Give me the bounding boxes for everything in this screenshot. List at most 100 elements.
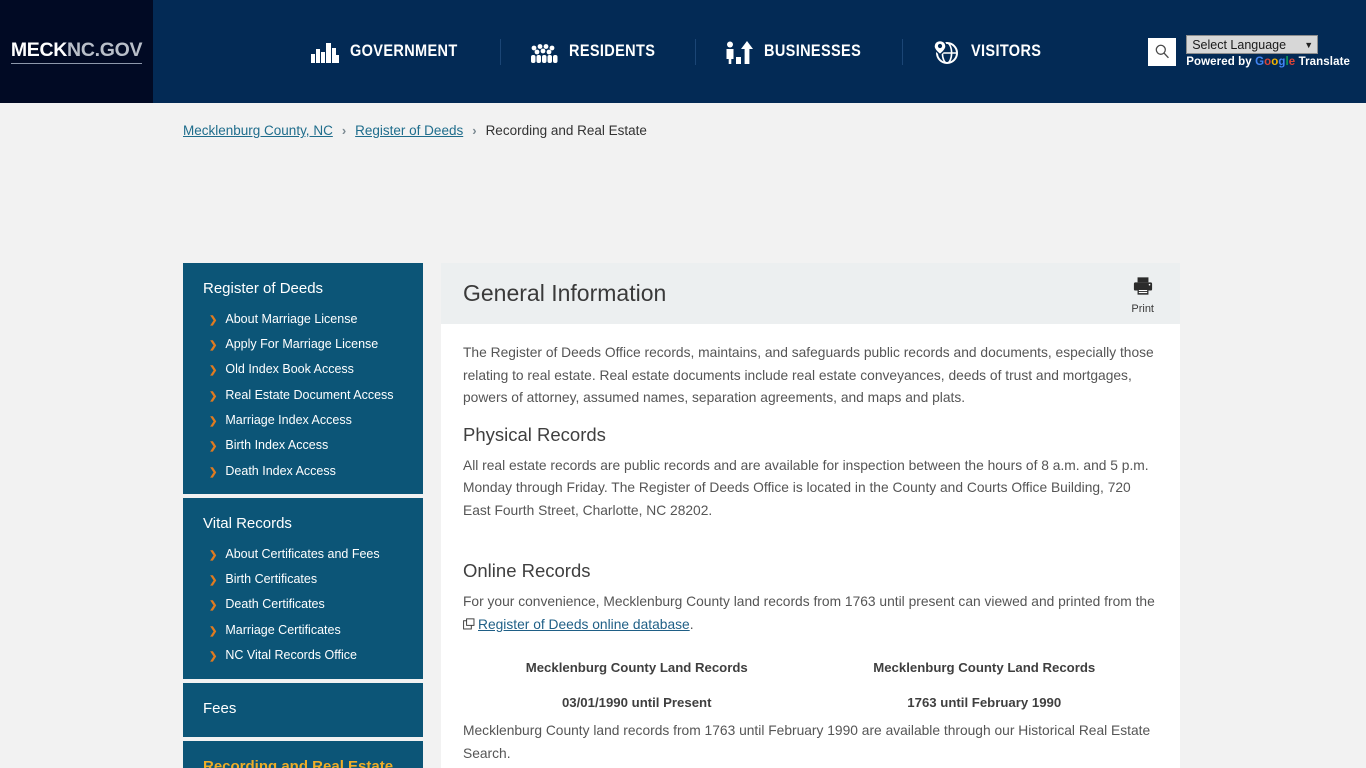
sidebar-group-recording-and-real-estate[interactable]: Recording and Real Estate — [183, 741, 423, 768]
chevron-right-icon: ❯ — [209, 575, 218, 586]
site-header: MECKNC.GOV GOVERNMENT RESIDENTS BUSINESS… — [0, 0, 1366, 103]
sidebar-item-label: Old Index Book Access — [225, 362, 354, 377]
sidebar-item-label: Apply For Marriage License — [225, 336, 379, 351]
sidebar-item-fees-label: Fees — [203, 699, 237, 717]
chevron-right-icon: ❯ — [209, 549, 218, 561]
sidebar-item-about-marriage-license[interactable]: ❯ About Marriage License — [183, 307, 423, 332]
nav-label-government: GOVERNMENT — [349, 42, 458, 60]
chevron-right-icon: ❯ — [209, 314, 218, 326]
logo-light-part: NC.GOV — [67, 39, 143, 62]
records-column-1-range: 03/01/1990 until Present — [561, 695, 712, 710]
intro-paragraph: The Register of Deeds Office records, ma… — [463, 345, 1154, 405]
sidebar-item-marriage-certificates[interactable]: ❯ Marriage Certificates — [183, 618, 423, 643]
powered-by-label: Powered by — [1186, 56, 1252, 68]
language-select[interactable]: Select Language ▼ — [1186, 35, 1319, 54]
sidebar-item-apply-for-marriage-license[interactable]: ❯ Apply For Marriage License — [183, 332, 423, 357]
sidebar-item-about-certificates-and-fees[interactable]: ❯ About Certificates and Fees — [183, 542, 423, 567]
sidebar-item-label: Marriage Index Access — [225, 413, 352, 427]
printer-icon — [1132, 276, 1154, 301]
sidebar-group-register-of-deeds: Register of Deeds ❯ About Marriage Licen… — [183, 263, 423, 495]
breadcrumb-item-register-of-deeds[interactable]: Register of Deeds — [355, 123, 463, 138]
sidebar-item-old-index-book-access[interactable]: ❯ Old Index Book Access — [183, 357, 423, 382]
nav-item-residents[interactable]: RESIDENTS — [501, 39, 695, 65]
chevron-right-icon: ❯ — [209, 600, 218, 612]
sidebar-item-label: Death Index Access — [225, 463, 336, 478]
language-select-value: Select Language — [1192, 37, 1287, 52]
sidebar-item-label: Birth Certificates — [225, 572, 318, 586]
sidebar-item-marriage-index-access[interactable]: ❯ Marriage Index Access — [183, 408, 423, 433]
google-translate-widget: Select Language ▼ Powered by Google Tran… — [1186, 35, 1350, 68]
chevron-right-icon: ❯ — [209, 441, 218, 453]
sidebar-item-death-certificates[interactable]: ❯ Death Certificates — [183, 592, 423, 617]
online-records-text-before: For your convenience, Mecklenburg County… — [463, 594, 1155, 609]
buildings-icon — [310, 39, 340, 65]
sidebar-group-vital-records: Vital Records ❯ About Certificates and F… — [183, 498, 423, 679]
main-content-panel: General Information Print The Register o… — [441, 263, 1180, 768]
globe-pin-icon — [931, 39, 961, 65]
sidebar-item-birth-index-access[interactable]: ❯ Birth Index Access — [183, 433, 423, 458]
external-link-icon — [463, 615, 475, 638]
breadcrumb: Mecklenburg County, NC › Register of Dee… — [183, 123, 647, 138]
chevron-right-icon: ❯ — [209, 339, 218, 351]
sidebar-item-birth-certificates[interactable]: ❯ Birth Certificates — [183, 567, 423, 592]
breadcrumb-item-home[interactable]: Mecklenburg County, NC — [183, 123, 333, 138]
business-person-icon — [724, 39, 754, 65]
nav-item-visitors[interactable]: VISITORS — [903, 39, 1079, 65]
sidebar-item-label: Birth Index Access — [225, 438, 329, 453]
powered-by-google-translate: Powered by Google Translate — [1186, 56, 1350, 68]
logo-bold-part: MECK — [10, 39, 68, 62]
main-navigation: GOVERNMENT RESIDENTS BUSINESSES VISITORS — [153, 0, 1148, 103]
online-records-text-after: . — [689, 616, 694, 632]
sidebar-item-label: Marriage Certificates — [225, 622, 341, 637]
page-title: General Information — [463, 280, 667, 306]
print-button[interactable]: Print — [1131, 276, 1154, 315]
records-column-2-range: 1763 until February 1990 — [907, 695, 1062, 710]
chevron-right-icon: ❯ — [209, 416, 218, 427]
header-utilities: Select Language ▼ Powered by Google Tran… — [1148, 0, 1366, 103]
sidebar-item-real-estate-document-access[interactable]: ❯ Real Estate Document Access — [183, 383, 423, 408]
print-label: Print — [1131, 303, 1154, 315]
nav-label-residents: RESIDENTS — [569, 42, 656, 60]
google-wordmark: Google — [1255, 56, 1296, 68]
chevron-right-icon: ❯ — [209, 625, 218, 637]
sidebar-item-recording-and-real-estate-label: Recording and Real Estate — [203, 758, 394, 768]
sidebar-item-label: About Certificates and Fees — [225, 546, 380, 561]
search-icon[interactable] — [1148, 37, 1177, 66]
people-group-icon — [529, 39, 559, 65]
chevron-down-icon: ▼ — [1304, 39, 1314, 50]
online-records-heading: Online Records — [463, 560, 591, 581]
chevron-right-icon: ❯ — [209, 390, 218, 402]
table-row-ranges: 03/01/1990 until Present 1763 until Febr… — [463, 685, 1158, 720]
table-row-titles: Mecklenburg County Land Records Mecklenb… — [463, 655, 1158, 685]
sidebar-group-title: Vital Records — [203, 515, 292, 533]
nav-item-businesses[interactable]: BUSINESSES — [696, 39, 902, 65]
content-body: The Register of Deeds Office records, ma… — [441, 324, 1180, 768]
records-column-1-title: Mecklenburg County Land Records — [525, 660, 748, 675]
register-of-deeds-online-database-link[interactable]: Register of Deeds online database — [478, 617, 690, 632]
sidebar-item-label: Real Estate Document Access — [225, 387, 394, 402]
chevron-right-icon: ❯ — [209, 365, 218, 377]
physical-records-paragraph: All real estate records are public recor… — [463, 457, 1149, 518]
page-body: Mecklenburg County, NC › Register of Dee… — [0, 103, 1366, 768]
sidebar-item-death-index-access[interactable]: ❯ Death Index Access — [183, 459, 423, 484]
sidebar-group-title: Register of Deeds — [203, 280, 324, 297]
sidebar-item-label: NC Vital Records Office — [225, 648, 357, 663]
sidebar-group-fees[interactable]: Fees — [183, 682, 423, 737]
nav-label-visitors: VISITORS — [971, 42, 1042, 60]
online-records-paragraph: For your convenience, Mecklenburg County… — [463, 591, 1158, 637]
content-header: General Information Print — [441, 263, 1180, 324]
sidebar-item-label: About Marriage License — [225, 311, 358, 326]
breadcrumb-item-current: Recording and Real Estate — [485, 123, 647, 138]
nav-item-government[interactable]: GOVERNMENT — [282, 39, 500, 65]
translate-word: Translate — [1298, 56, 1350, 68]
site-logo[interactable]: MECKNC.GOV — [0, 0, 153, 103]
sidebar-navigation: Register of Deeds ❯ About Marriage Licen… — [183, 263, 423, 768]
land-records-table: Mecklenburg County Land Records Mecklenb… — [463, 655, 1158, 720]
chevron-right-icon: › — [472, 123, 477, 138]
sidebar-item-nc-vital-records-office[interactable]: ❯ NC Vital Records Office — [183, 643, 423, 668]
records-column-2-title: Mecklenburg County Land Records — [873, 660, 1096, 675]
physical-records-heading: Physical Records — [463, 423, 606, 445]
chevron-right-icon: ❯ — [209, 466, 218, 478]
logo-text: MECKNC.GOV — [10, 39, 143, 64]
chevron-right-icon: › — [341, 123, 347, 138]
